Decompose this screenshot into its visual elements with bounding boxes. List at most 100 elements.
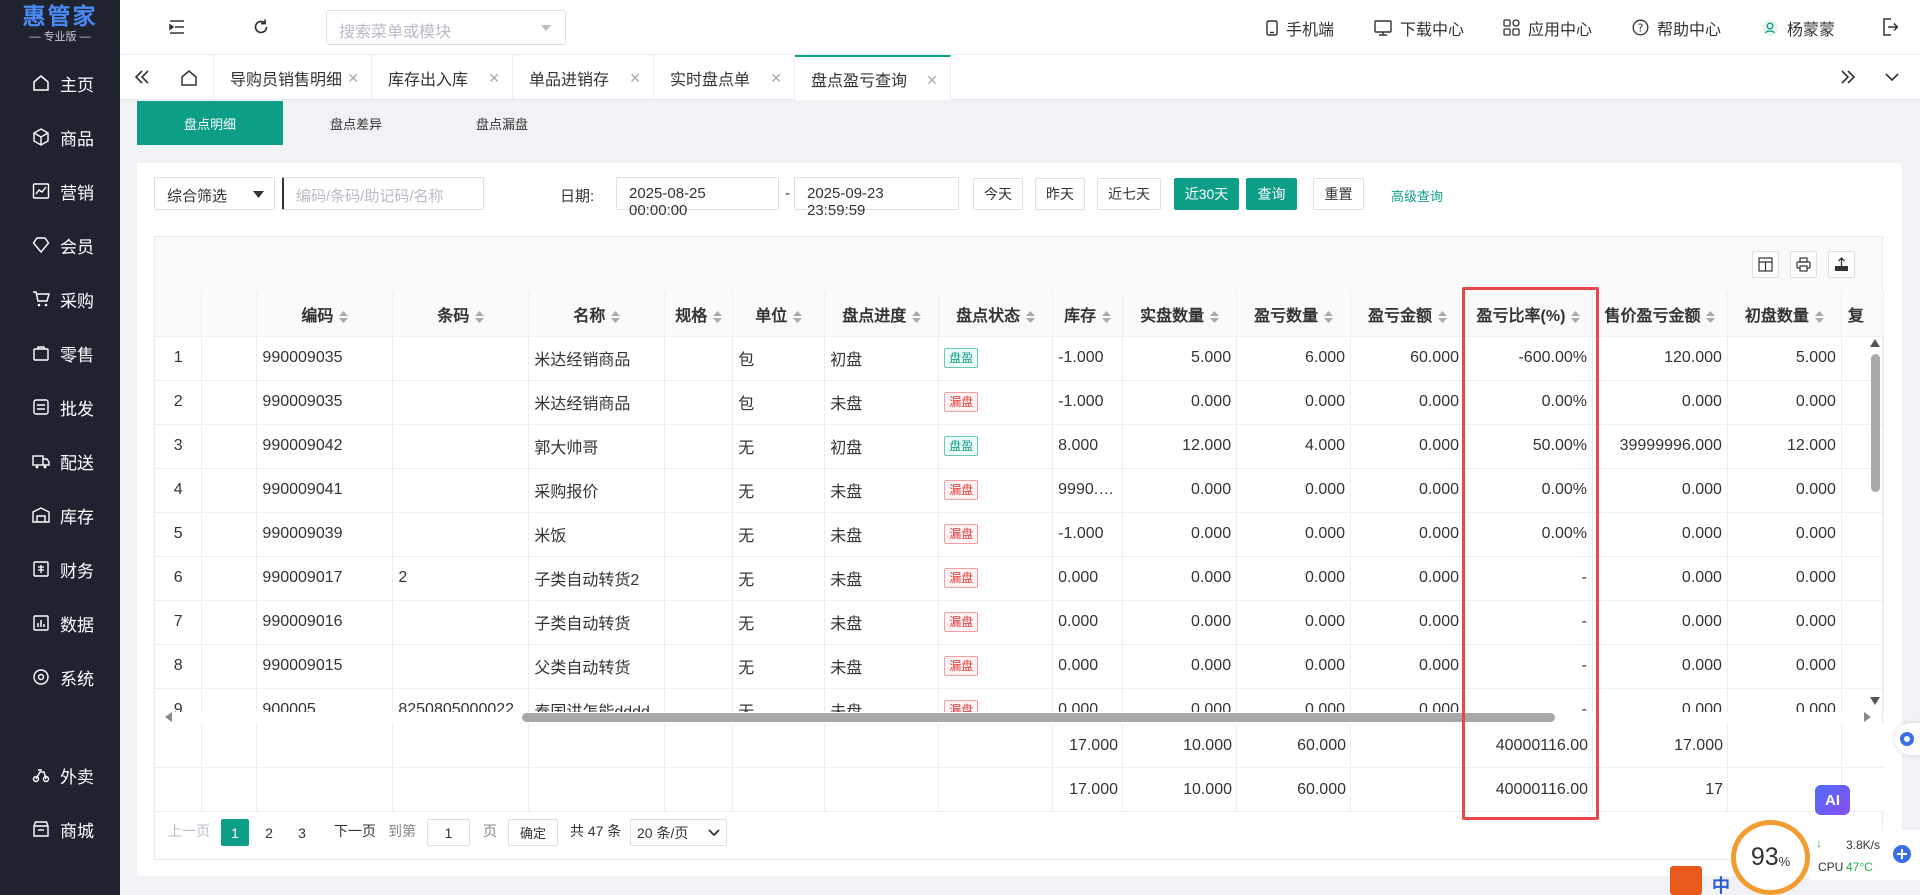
ime-mode-label[interactable]: 中 xyxy=(1712,872,1730,895)
sidebar-item-b1[interactable]: 商城 xyxy=(0,805,120,853)
floating-assistant[interactable] xyxy=(1895,723,1920,755)
close-icon[interactable]: ✕ xyxy=(770,70,782,87)
page-3-button[interactable]: 3 xyxy=(288,819,316,846)
user-menu[interactable]: 杨蒙蒙 xyxy=(1761,0,1835,55)
date-start-input[interactable]: 2025-08-25 00:00:00 xyxy=(616,177,779,219)
arrow-up-icon[interactable] xyxy=(1870,339,1880,347)
sort-icon[interactable] xyxy=(793,310,803,323)
sort-icon[interactable] xyxy=(912,310,922,323)
reset-button[interactable]: 重置 xyxy=(1313,178,1364,210)
column-settings-icon[interactable] xyxy=(1752,251,1779,278)
sidebar-item-9[interactable]: 财务 xyxy=(0,545,120,593)
sidebar-item-4[interactable]: 采购 xyxy=(0,275,120,323)
table-row[interactable]: 8 990009015 父类自动转货无未盘 漏盘 0.000 0.000 0.000 0.00… xyxy=(155,644,1884,689)
brand-logo[interactable]: 惠管家 — 专业版 — xyxy=(6,0,114,52)
goto-confirm-button[interactable]: 确定 xyxy=(508,819,558,846)
query-button[interactable]: 查询 xyxy=(1246,178,1297,210)
sort-icon[interactable] xyxy=(713,310,723,323)
column-header[interactable]: 条码 xyxy=(392,292,530,337)
page-1-button[interactable]: 1 xyxy=(221,819,249,846)
export-icon[interactable] xyxy=(1828,251,1855,278)
column-header[interactable]: 库存 xyxy=(1052,292,1124,337)
sort-icon[interactable] xyxy=(1102,310,1112,323)
app-center-link[interactable]: 应用中心 xyxy=(1503,0,1592,55)
column-header[interactable]: 盈亏数量 xyxy=(1236,292,1352,337)
column-header[interactable]: 复 xyxy=(1841,292,1884,337)
vertical-scrollbar[interactable] xyxy=(1868,337,1882,707)
chevron-down-icon[interactable] xyxy=(1884,71,1900,83)
mobile-link[interactable]: 手机端 xyxy=(1266,0,1334,55)
sort-icon[interactable] xyxy=(1706,310,1716,323)
sidebar-item-3[interactable]: 会员 xyxy=(0,221,120,269)
sidebar-item-6[interactable]: 批发 xyxy=(0,383,120,431)
tab-realtime-count[interactable]: 实时盘点单 ✕ xyxy=(654,55,795,100)
menu-collapse-icon[interactable] xyxy=(168,18,186,36)
help-center-link[interactable]: ? 帮助中心 xyxy=(1632,0,1721,55)
table-row[interactable]: 5 990009039 米饭无未盘 漏盘 -1.000 0.000 0.000 0.000 0.… xyxy=(155,512,1884,557)
column-header[interactable]: 名称 xyxy=(528,292,666,337)
table-row[interactable]: 1 990009035 米达经销商品包初盘 盘盈 -1.000 5.000 6.000 60.… xyxy=(155,336,1884,381)
close-icon[interactable]: ✕ xyxy=(926,72,938,89)
column-header[interactable]: 盈亏金额 xyxy=(1350,292,1465,337)
column-header[interactable]: 盘点进度 xyxy=(824,292,940,337)
column-header[interactable]: 初盘数量 xyxy=(1727,292,1842,337)
arrow-left-icon[interactable] xyxy=(165,712,173,722)
tab-item-ledger[interactable]: 单品进销存 ✕ xyxy=(513,55,654,100)
sidebar-item-10[interactable]: 数据 xyxy=(0,599,120,647)
table-row[interactable]: 3 990009042 郭大帅哥无初盘 盘盈 8.000 12.000 4.000 0.000… xyxy=(155,424,1884,469)
tab-sales-detail[interactable]: 导购员销售明细 ✕ xyxy=(214,55,372,100)
column-header[interactable]: 单位 xyxy=(732,292,826,337)
print-icon[interactable] xyxy=(1790,251,1817,278)
close-icon[interactable]: ✕ xyxy=(347,70,359,87)
table-row[interactable]: 7 990009016 子类自动转货无未盘 漏盘 0.000 0.000 0.000 0.00… xyxy=(155,600,1884,645)
page-size-select[interactable]: 20 条/页 xyxy=(630,819,727,846)
tab-count-profit-loss[interactable]: 盘点盈亏查询 ✕ xyxy=(795,55,951,100)
subtab-count-diff[interactable]: 盘点差异 xyxy=(283,101,429,145)
sort-icon[interactable] xyxy=(475,310,485,323)
menu-search-input[interactable]: 搜索菜单或模块 xyxy=(326,10,566,45)
sort-icon[interactable] xyxy=(1814,310,1824,323)
sort-icon[interactable] xyxy=(1210,310,1220,323)
close-icon[interactable]: ✕ xyxy=(629,70,641,87)
last-30-days-button[interactable]: 近30天 xyxy=(1174,178,1239,210)
download-center-link[interactable]: 下载中心 xyxy=(1374,0,1464,55)
today-button[interactable]: 今天 xyxy=(973,178,1023,210)
sort-icon[interactable] xyxy=(1026,310,1036,323)
sort-icon[interactable] xyxy=(1438,310,1448,323)
table-row[interactable]: 4 990009041 采购报价无未盘 漏盘 9990.… 0.000 0.000 0.000… xyxy=(155,468,1884,513)
logout-icon[interactable] xyxy=(1882,18,1898,36)
cpu-monitor-widget[interactable]: 93% xyxy=(1731,820,1810,895)
next-page-button[interactable]: 下一页 xyxy=(334,821,376,841)
subtab-count-detail[interactable]: 盘点明细 xyxy=(137,101,283,145)
vertical-scroll-thumb[interactable] xyxy=(1871,354,1880,492)
horizontal-scroll-thumb[interactable] xyxy=(522,713,1555,722)
column-header[interactable]: 编码 xyxy=(256,292,394,337)
sidebar-item-8[interactable]: 库存 xyxy=(0,491,120,539)
close-icon[interactable]: ✕ xyxy=(488,70,500,87)
refresh-icon[interactable] xyxy=(252,18,270,36)
ai-assistant-button[interactable]: AI xyxy=(1815,785,1850,815)
sort-icon[interactable] xyxy=(611,310,621,323)
sidebar-item-5[interactable]: 零售 xyxy=(0,329,120,377)
table-row[interactable]: 6 990009017 2 子类自动转货2 无未盘 漏盘 0.000 0.000 0.000 0.… xyxy=(155,556,1884,601)
sidebar-item-0[interactable]: 主页 xyxy=(0,59,120,107)
sidebar-item-11[interactable]: 系统 xyxy=(0,653,120,701)
subtab-missed-count[interactable]: 盘点漏盘 xyxy=(429,101,575,145)
date-end-input[interactable]: 2025-09-23 23:59:59 xyxy=(794,177,959,219)
last-7-days-button[interactable]: 近七天 xyxy=(1097,178,1161,210)
column-header[interactable]: 实盘数量 xyxy=(1122,292,1238,337)
sidebar-item-b0[interactable]: 外卖 xyxy=(0,751,120,799)
column-header[interactable]: 盘点状态 xyxy=(938,292,1054,337)
yesterday-button[interactable]: 昨天 xyxy=(1035,178,1085,210)
prev-page-button[interactable]: 上一页 xyxy=(168,821,210,841)
sidebar-item-7[interactable]: 配送 xyxy=(0,437,120,485)
sidebar-item-2[interactable]: 营销 xyxy=(0,167,120,215)
arrow-down-icon[interactable] xyxy=(1870,697,1880,705)
sidebar-item-1[interactable]: 商品 xyxy=(0,113,120,161)
sogou-ime-icon[interactable] xyxy=(1670,866,1702,895)
column-header[interactable]: 规格 xyxy=(664,292,734,337)
sort-icon[interactable] xyxy=(1324,310,1334,323)
table-row[interactable]: 2 990009035 米达经销商品包未盘 漏盘 -1.000 0.000 0.000 0.0… xyxy=(155,380,1884,425)
arrow-right-icon[interactable] xyxy=(1863,712,1871,722)
goto-page-input[interactable]: 1 xyxy=(427,819,470,846)
